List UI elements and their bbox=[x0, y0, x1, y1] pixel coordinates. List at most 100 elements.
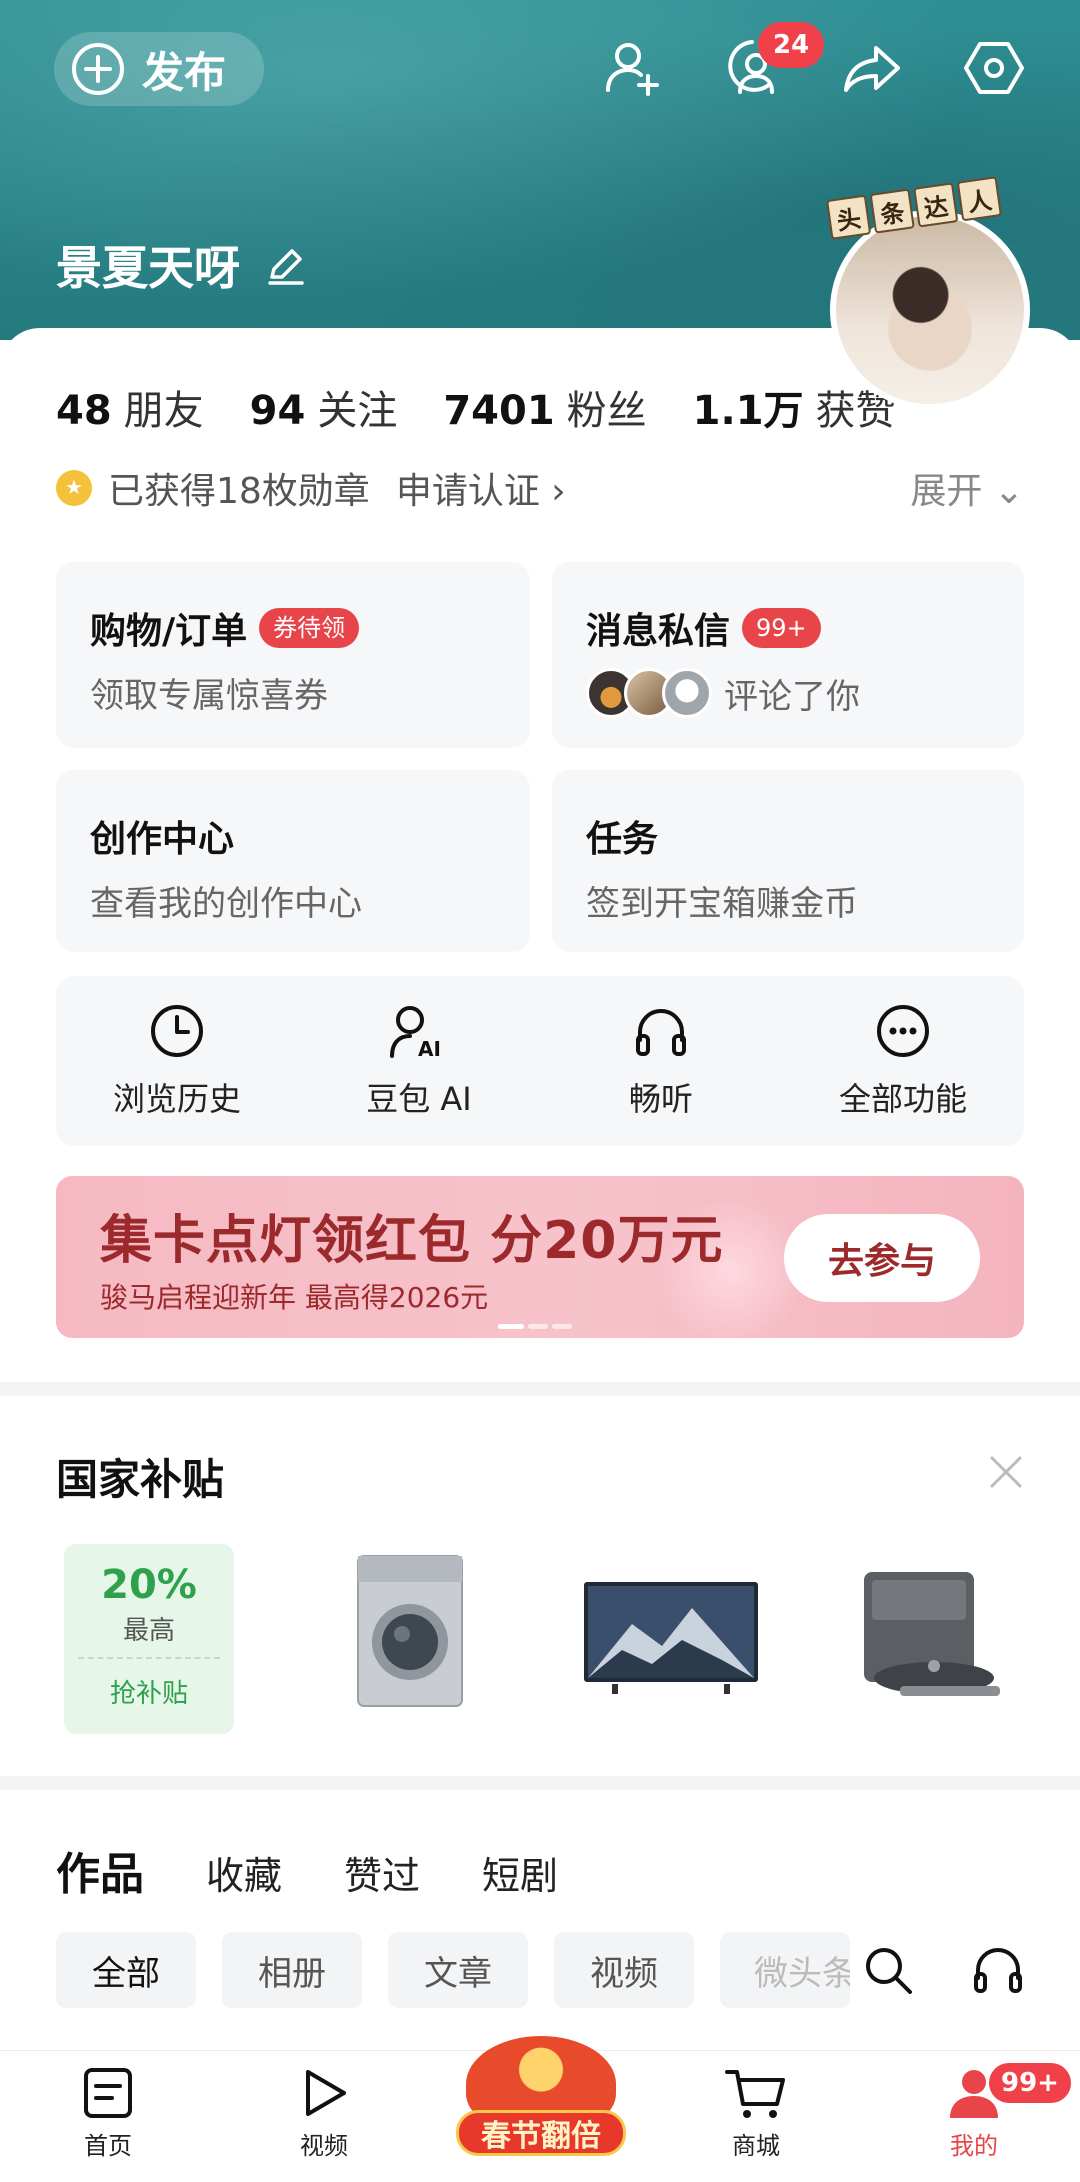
tool-label: 豆包 AI bbox=[366, 1080, 472, 1118]
filter-all[interactable]: 全部 bbox=[56, 1932, 196, 2008]
notification-badge: 24 bbox=[758, 22, 825, 68]
stat-label: 粉丝 bbox=[566, 388, 647, 434]
tool-listen[interactable]: 畅听 bbox=[540, 976, 782, 1146]
content-tabs: 作品 收藏 赞过 短剧 bbox=[56, 1838, 620, 1902]
tool-label: 畅听 bbox=[628, 1080, 693, 1118]
nav-mall[interactable]: 商城 bbox=[696, 2066, 816, 2161]
filter-article[interactable]: 文章 bbox=[388, 1932, 528, 2008]
talent-char: 条 bbox=[869, 188, 915, 234]
filter-video[interactable]: 视频 bbox=[554, 1932, 694, 2008]
username-text: 景夏天呀 bbox=[56, 241, 240, 295]
commenter-avatar bbox=[662, 668, 712, 718]
tab-liked[interactable]: 赞过 bbox=[344, 1845, 420, 1900]
join-button[interactable]: 去参与 bbox=[784, 1214, 980, 1302]
promo-banner[interactable]: 集卡点灯领红包 分20万元 骏马启程迎新年 最高得2026元 去参与 bbox=[56, 1176, 1024, 1338]
nav-spring-festival[interactable]: 春节翻倍 bbox=[456, 2036, 626, 2156]
username: 景夏天呀 bbox=[56, 232, 308, 298]
subsidy-coupon[interactable]: 20% 最高 抢补贴 bbox=[64, 1544, 234, 1734]
clock-icon bbox=[151, 1005, 203, 1057]
share-icon bbox=[844, 46, 900, 92]
tool-all-features[interactable]: 全部功能 bbox=[782, 976, 1024, 1146]
settings-button[interactable] bbox=[956, 30, 1032, 106]
card-title: 购物/订单 券待领 bbox=[90, 602, 360, 654]
banner-title: 集卡点灯领红包 分20万元 bbox=[100, 1211, 724, 1271]
avatar-image bbox=[836, 216, 1024, 404]
search-icon[interactable] bbox=[862, 1944, 914, 1996]
messages-sub-text: 评论了你 bbox=[724, 676, 860, 717]
nav-label: 商城 bbox=[732, 2132, 780, 2160]
carousel-dot bbox=[552, 1324, 572, 1329]
medal-row: 已获得18枚勋章 申请认证 › 展开 ⌄ bbox=[56, 462, 1024, 514]
stat-number: 1.1万 bbox=[692, 388, 804, 434]
apply-certification-link[interactable]: 申请认证 › bbox=[396, 462, 566, 514]
nav-label: 我的 bbox=[950, 2132, 998, 2160]
avatar[interactable] bbox=[830, 210, 1030, 410]
stat-friends[interactable]: 48 朋友 bbox=[56, 378, 204, 436]
home-icon bbox=[84, 2068, 132, 2118]
stat-number: 94 bbox=[249, 388, 306, 434]
ai-assistant-icon: AI bbox=[390, 1006, 441, 1060]
quick-tools: 浏览历史 AI 豆包 AI 畅听 全部功能 bbox=[56, 976, 1024, 1146]
tab-works[interactable]: 作品 bbox=[56, 1838, 144, 1902]
stat-number: 7401 bbox=[443, 388, 555, 434]
content-filters: 全部 相册 文章 视频 微头条 bbox=[56, 1932, 876, 2008]
card-title: 消息私信 99+ bbox=[586, 602, 821, 654]
coupon-max-label: 最高 bbox=[122, 1616, 175, 1646]
tab-short-drama[interactable]: 短剧 bbox=[482, 1845, 558, 1900]
creation-center-card[interactable]: 创作中心 查看我的创作中心 bbox=[56, 770, 530, 952]
tv-product[interactable] bbox=[582, 1580, 760, 1698]
expand-button[interactable]: 展开 ⌄ bbox=[910, 462, 1024, 514]
plus-circle-icon bbox=[72, 43, 124, 95]
washing-machine-product[interactable] bbox=[352, 1552, 468, 1712]
section-divider bbox=[0, 1776, 1080, 1790]
messages-subtitle: 评论了你 bbox=[586, 668, 860, 718]
medal-icon bbox=[56, 470, 92, 506]
medal-text[interactable]: 已获得18枚勋章 bbox=[108, 462, 370, 514]
talent-char: 达 bbox=[913, 182, 959, 228]
top-bar: 发布 24 bbox=[0, 0, 1080, 140]
add-friend-button[interactable] bbox=[594, 30, 670, 106]
tool-doubao-ai[interactable]: AI 豆包 AI bbox=[298, 976, 540, 1146]
share-button[interactable] bbox=[834, 30, 910, 106]
profile-stats: 48 朋友 94 关注 7401 粉丝 1.1万 获赞 bbox=[56, 378, 942, 436]
messages-card[interactable]: 消息私信 99+ 评论了你 bbox=[552, 562, 1024, 748]
carousel-dot bbox=[498, 1324, 524, 1329]
close-icon[interactable] bbox=[986, 1452, 1026, 1492]
tool-label: 浏览历史 bbox=[112, 1080, 241, 1118]
more-icon bbox=[877, 1005, 929, 1057]
shopping-title: 购物/订单 bbox=[90, 611, 248, 652]
nav-label: 视频 bbox=[300, 2132, 348, 2160]
shopping-orders-card[interactable]: 购物/订单 券待领 领取专属惊喜券 bbox=[56, 562, 530, 748]
banner-subtitle: 骏马启程迎新年 最高得2026元 bbox=[100, 1281, 489, 1314]
tool-history[interactable]: 浏览历史 bbox=[56, 976, 298, 1146]
headphones-icon bbox=[636, 1009, 686, 1056]
stat-label: 朋友 bbox=[123, 388, 204, 434]
creation-subtitle: 查看我的创作中心 bbox=[90, 884, 362, 924]
stat-number: 48 bbox=[56, 388, 112, 434]
carousel-indicator bbox=[498, 1324, 572, 1329]
tasks-title: 任务 bbox=[586, 819, 659, 860]
subsidy-title: 国家补贴 bbox=[56, 1455, 225, 1504]
talent-char: 人 bbox=[956, 176, 1002, 222]
cart-icon bbox=[725, 2070, 785, 2118]
coupon-badge: 券待领 bbox=[259, 608, 360, 648]
visitors-button[interactable]: 24 bbox=[714, 22, 825, 106]
grab-subsidy-button[interactable]: 抢补贴 bbox=[64, 1673, 234, 1710]
filter-micro-post[interactable]: 微头条 bbox=[720, 1932, 850, 2008]
nav-label: 首页 bbox=[84, 2132, 132, 2160]
stat-following[interactable]: 94 关注 bbox=[250, 378, 398, 436]
play-icon bbox=[306, 2070, 346, 2116]
headphones-icon[interactable] bbox=[972, 1944, 1024, 1996]
tasks-card[interactable]: 任务 签到开宝箱赚金币 bbox=[552, 770, 1024, 952]
edit-pencil-icon[interactable] bbox=[264, 243, 308, 287]
nav-video[interactable]: 视频 bbox=[264, 2066, 384, 2161]
messages-title: 消息私信 bbox=[586, 611, 731, 652]
stat-followers[interactable]: 7401 粉丝 bbox=[443, 378, 646, 436]
creation-title: 创作中心 bbox=[90, 819, 235, 860]
robot-vacuum-product[interactable] bbox=[860, 1566, 1006, 1706]
filter-album[interactable]: 相册 bbox=[222, 1932, 362, 2008]
tab-favorites[interactable]: 收藏 bbox=[206, 1845, 282, 1900]
commenter-avatars bbox=[586, 668, 712, 718]
nav-home[interactable]: 首页 bbox=[48, 2066, 168, 2161]
publish-button[interactable]: 发布 bbox=[54, 32, 264, 106]
